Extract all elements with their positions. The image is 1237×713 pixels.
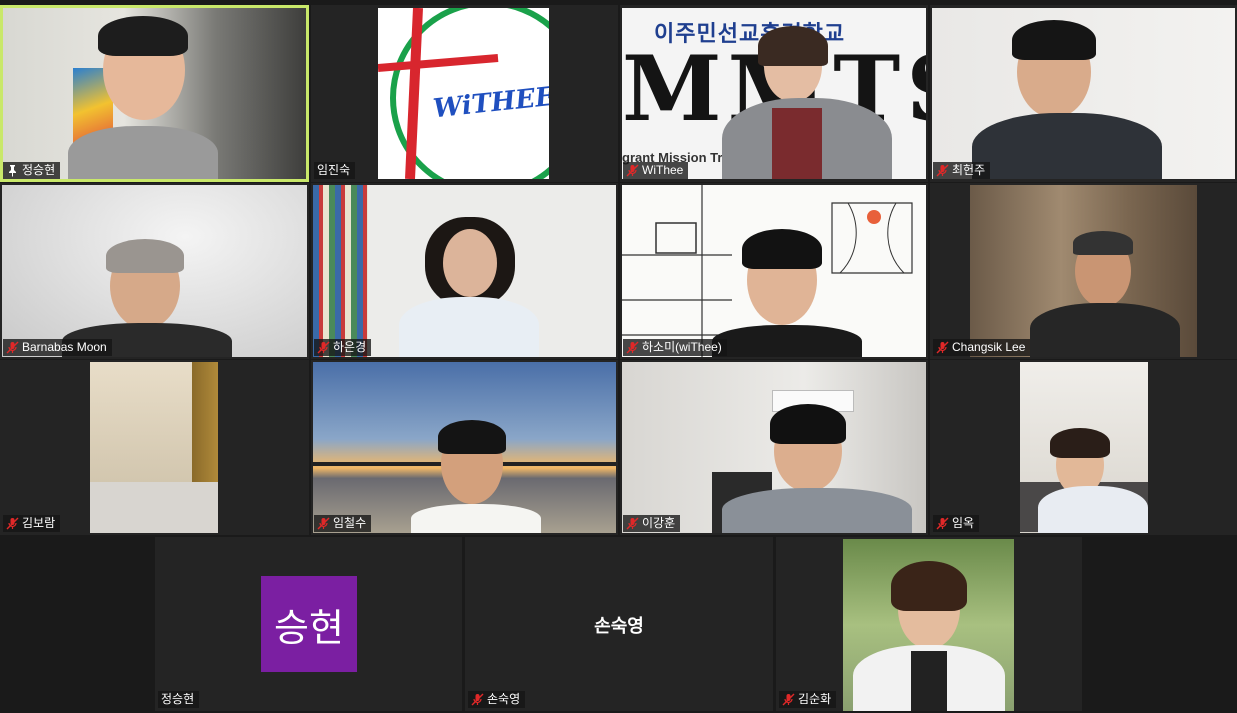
video-tile-14[interactable]: 손숙영 손숙영: [465, 537, 773, 711]
participant-nametag: 임철수: [314, 515, 372, 532]
participant-name: 임진숙: [317, 163, 351, 177]
mic-muted-icon[interactable]: [6, 341, 19, 354]
participant-name: 임철수: [333, 516, 367, 530]
mic-muted-icon[interactable]: [626, 341, 639, 354]
participant-display-name: 손숙영: [594, 616, 644, 636]
participant-video: [622, 185, 926, 357]
participant-name: 임옥: [952, 516, 975, 530]
avatar: 승현: [261, 576, 357, 672]
participant-video: [932, 8, 1235, 179]
participant-video: [1020, 362, 1148, 533]
participant-nametag: Changsik Lee: [933, 339, 1031, 356]
participant-nametag: 최헌주: [933, 162, 991, 179]
participant-video: [313, 362, 616, 533]
mic-muted-icon[interactable]: [936, 517, 949, 530]
participant-nametag: 이강훈: [623, 515, 681, 532]
video-tile-3[interactable]: 이주민선교훈련학교 MMTS grant Mission Tra WiThee: [620, 5, 928, 182]
video-tile-12[interactable]: 임옥: [930, 360, 1237, 535]
participant-video: [2, 185, 307, 357]
video-tile-6[interactable]: 하은경: [311, 183, 618, 359]
mic-muted-icon[interactable]: [936, 341, 949, 354]
video-tile-7[interactable]: 하소미(wiThee): [620, 183, 928, 359]
participant-nametag: 김순화: [779, 691, 837, 708]
participant-nametag: 임진숙: [314, 162, 356, 179]
mic-muted-icon[interactable]: [6, 517, 19, 530]
participant-video: [970, 185, 1197, 357]
participant-name: Barnabas Moon: [22, 340, 107, 354]
video-tile-11[interactable]: 이강훈: [620, 360, 928, 535]
participant-video: [313, 185, 616, 357]
participant-video: [90, 362, 218, 533]
participant-name: 정승현: [161, 692, 195, 706]
mic-muted-icon[interactable]: [317, 341, 330, 354]
participant-nametag: 하소미(wiThee): [623, 339, 727, 356]
participant-nametag: 하은경: [314, 339, 372, 356]
participant-video: [622, 362, 926, 533]
participant-name: 김순화: [798, 692, 832, 706]
participant-video: [843, 539, 1014, 711]
participant-nametag: 정승현: [3, 162, 61, 179]
mic-muted-icon[interactable]: [317, 517, 330, 530]
video-tile-15[interactable]: 김순화: [776, 537, 1082, 711]
participant-name: WiThee: [642, 163, 684, 177]
video-tile-10[interactable]: 임철수: [311, 360, 618, 535]
video-tile-1[interactable]: 정승현: [0, 5, 309, 182]
participant-name: 김보람: [22, 516, 56, 530]
participant-name: 이강훈: [642, 516, 676, 530]
mic-muted-icon[interactable]: [626, 517, 639, 530]
video-tile-5[interactable]: Barnabas Moon: [0, 183, 309, 359]
participant-video: 이주민선교훈련학교 MMTS grant Mission Tra: [622, 8, 926, 179]
participant-video: [3, 8, 306, 179]
participant-nametag: 김보람: [3, 515, 61, 532]
video-tile-9[interactable]: 김보람: [0, 360, 309, 535]
video-tile-2[interactable]: WiTHEE 임진숙: [311, 5, 618, 182]
participant-nametag: 임옥: [933, 515, 980, 532]
mic-muted-icon[interactable]: [782, 693, 795, 706]
pin-icon[interactable]: [6, 164, 19, 177]
participant-name: 최헌주: [952, 163, 986, 177]
participant-nametag: WiThee: [623, 162, 689, 179]
participant-name: 정승현: [22, 163, 56, 177]
mic-muted-icon[interactable]: [626, 164, 639, 177]
video-tile-4[interactable]: 최헌주: [930, 5, 1237, 182]
participant-name: 하소미(wiThee): [642, 340, 722, 354]
participant-nametag: 정승현: [158, 691, 200, 708]
video-tile-13[interactable]: 승현 정승현: [155, 537, 462, 711]
participant-name: 손숙영: [487, 692, 521, 706]
participant-nametag: 손숙영: [468, 691, 526, 708]
participant-name: 하은경: [333, 340, 367, 354]
mic-muted-icon[interactable]: [471, 693, 484, 706]
participant-name: Changsik Lee: [952, 340, 1026, 354]
withee-logo-image: WiTHEE: [378, 8, 549, 179]
mic-muted-icon[interactable]: [936, 164, 949, 177]
video-tile-8[interactable]: Changsik Lee: [930, 183, 1237, 359]
participant-nametag: Barnabas Moon: [3, 339, 112, 356]
